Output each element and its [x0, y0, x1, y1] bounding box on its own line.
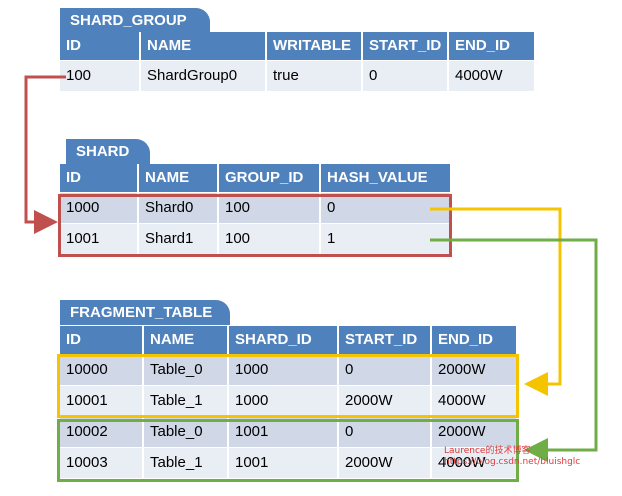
group-to-shard-arrow — [24, 75, 66, 234]
watermark: Laurence的技术博客 https://blog.csdn.net/blui… — [444, 446, 580, 468]
watermark-line-2: https://blog.csdn.net/bluishglc — [444, 457, 581, 467]
shard1-to-fragments-arrow — [430, 238, 598, 462]
connector-arrows — [24, 75, 598, 462]
watermark-line-1: Laurence的技术博客 — [444, 446, 531, 456]
shard0-to-fragments-arrow — [430, 207, 562, 396]
